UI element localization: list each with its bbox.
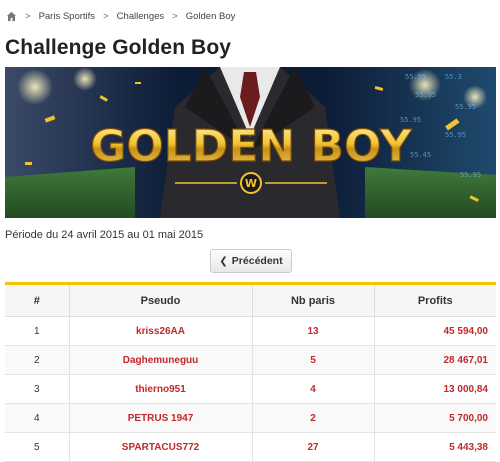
profit-cell: 5 700,00 <box>374 403 496 433</box>
table-row: 5 SPARTACUS772 27 5 443,38 <box>5 432 496 462</box>
nb-paris-cell: 2 <box>252 403 375 433</box>
page-title: Challenge Golden Boy <box>5 36 232 59</box>
rank-cell: 5 <box>5 432 70 462</box>
column-header-nb-paris[interactable]: Nb paris <box>252 283 375 317</box>
breadcrumb: > Paris Sportifs > Challenges > Golden B… <box>6 9 235 23</box>
svg-text:55.95: 55.95 <box>455 103 476 111</box>
nb-paris-cell: 5 <box>252 345 375 375</box>
rank-cell: 4 <box>5 403 70 433</box>
rank-cell: 3 <box>5 374 70 404</box>
rank-cell: 2 <box>5 345 70 375</box>
ranking-table: # Pseudo Nb paris Profits 1 kriss26AA 13… <box>5 282 496 462</box>
banner-title: GOLDEN BOY <box>90 121 413 172</box>
svg-text:55.95: 55.95 <box>405 73 426 81</box>
rank-cell: 1 <box>5 316 70 346</box>
pseudo-link[interactable]: kriss26AA <box>69 316 253 346</box>
banner-emblem: W <box>245 177 257 190</box>
svg-text:55.95: 55.95 <box>445 131 466 139</box>
pseudo-link[interactable]: PETRUS 1947 <box>69 403 253 433</box>
breadcrumb-current: Golden Boy <box>185 10 236 22</box>
profit-cell: 28 467,01 <box>374 345 496 375</box>
profit-cell: 5 443,38 <box>374 432 496 462</box>
table-row: 2 Daghemuneguu 5 28 467,01 <box>5 345 496 375</box>
pseudo-link[interactable]: SPARTACUS772 <box>69 432 253 462</box>
breadcrumb-paris-sportifs[interactable]: Paris Sportifs <box>39 11 96 22</box>
svg-text:55.95: 55.95 <box>415 91 436 99</box>
period-text: Période du 24 avril 2015 au 01 mai 2015 <box>5 229 204 241</box>
svg-text:55.3: 55.3 <box>445 73 462 81</box>
column-header-rank[interactable]: # <box>5 283 70 317</box>
breadcrumb-separator: > <box>172 10 178 22</box>
svg-text:55.95: 55.95 <box>460 171 481 179</box>
breadcrumb-separator: > <box>103 10 109 22</box>
nb-paris-cell: 27 <box>252 432 375 462</box>
nb-paris-cell: 4 <box>252 374 375 404</box>
breadcrumb-challenges[interactable]: Challenges <box>117 11 165 22</box>
breadcrumb-separator: > <box>25 10 31 22</box>
pseudo-link[interactable]: thierno951 <box>69 374 253 404</box>
home-icon[interactable] <box>6 11 17 22</box>
pseudo-link[interactable]: Daghemuneguu <box>69 345 253 375</box>
chevron-left-icon: ❮ <box>219 255 228 267</box>
challenge-banner: 55.95 55.3 55.95 55.95 55.95 55.95 55.45 55.… <box>5 67 496 218</box>
table-row: 1 kriss26AA 13 45 594,00 <box>5 316 496 346</box>
column-header-profits[interactable]: Profits <box>374 283 496 317</box>
profit-cell: 13 000,84 <box>374 374 496 404</box>
previous-button-label: Précédent <box>231 255 283 267</box>
previous-button[interactable]: ❮ Précédent <box>210 249 292 273</box>
svg-text:55.45: 55.45 <box>410 151 431 159</box>
table-header-row: # Pseudo Nb paris Profits <box>5 283 496 317</box>
nb-paris-cell: 13 <box>252 316 375 346</box>
table-row: 4 PETRUS 1947 2 5 700,00 <box>5 403 496 433</box>
column-header-pseudo[interactable]: Pseudo <box>69 283 253 317</box>
table-row: 3 thierno951 4 13 000,84 <box>5 374 496 404</box>
profit-cell: 45 594,00 <box>374 316 496 346</box>
